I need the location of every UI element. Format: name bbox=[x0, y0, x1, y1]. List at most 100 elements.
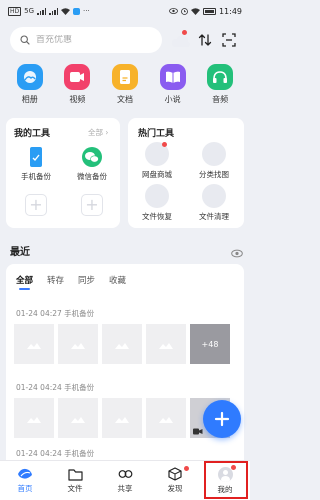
file-recovery-icon bbox=[145, 184, 169, 208]
eye-icon bbox=[231, 249, 243, 258]
cloud-store-icon bbox=[145, 142, 169, 166]
nav-label: 发现 bbox=[167, 484, 183, 493]
hot-tools-card: 热门工具 网盘商城 分类找图 文件恢复 文件清理 bbox=[128, 118, 244, 228]
battery-icon bbox=[202, 7, 216, 15]
mine-highlight-box bbox=[204, 461, 248, 499]
wechat-backup-icon bbox=[82, 147, 102, 167]
status-bar: HD 5G ··· 11:49 bbox=[0, 0, 250, 22]
toggle-visibility-button[interactable] bbox=[231, 243, 243, 258]
wifi-icon bbox=[61, 7, 71, 15]
image-placeholder-icon bbox=[159, 417, 173, 423]
image-placeholder-icon bbox=[71, 417, 85, 423]
document-icon bbox=[111, 64, 138, 90]
video-icon bbox=[64, 64, 91, 90]
nav-share[interactable]: 共享 bbox=[100, 461, 150, 500]
status-time: 11:49 bbox=[218, 6, 242, 16]
photo-thumbnail[interactable] bbox=[58, 398, 98, 438]
photo-thumbnail[interactable] bbox=[102, 324, 142, 364]
photo-thumbnail[interactable] bbox=[146, 324, 186, 364]
tool-file-cleanup[interactable]: 文件清理 bbox=[186, 184, 242, 222]
quick-action-novel[interactable]: 小说 bbox=[151, 64, 195, 105]
scan-button[interactable] bbox=[220, 31, 238, 49]
video-badge-icon bbox=[193, 428, 203, 435]
photo-thumbnail[interactable] bbox=[14, 398, 54, 438]
phone-backup-icon bbox=[30, 147, 42, 167]
all-tools-link[interactable]: 全部 › bbox=[88, 127, 108, 138]
tool-label: 文件恢复 bbox=[142, 212, 172, 221]
image-placeholder-icon bbox=[71, 343, 85, 349]
search-input[interactable] bbox=[36, 35, 146, 45]
cloud-badge-dot bbox=[182, 30, 187, 35]
group-meta: 01-24 04:24 手机备份 bbox=[16, 383, 95, 392]
add-icon: + bbox=[25, 194, 47, 216]
quick-action-label: 音频 bbox=[212, 95, 229, 104]
tab-sync[interactable]: 同步 bbox=[78, 274, 95, 290]
photo-thumbnail[interactable] bbox=[14, 324, 54, 364]
search-icon bbox=[20, 35, 30, 45]
upload-fab[interactable] bbox=[203, 400, 241, 438]
image-placeholder-icon bbox=[159, 343, 173, 349]
plus-icon bbox=[214, 411, 230, 427]
quick-actions: 相册 视频 文档 小说 音频 bbox=[0, 64, 250, 105]
tool-file-recovery[interactable]: 文件恢复 bbox=[129, 184, 185, 222]
group-meta: 01-24 04:27 手机备份 bbox=[16, 309, 95, 318]
signal-icon bbox=[37, 7, 47, 15]
nav-label: 文件 bbox=[67, 483, 83, 493]
my-tools-card: 我的工具 全部 › 手机备份 微信备份 + + bbox=[6, 118, 120, 228]
eye-status-icon bbox=[169, 8, 178, 14]
quick-action-audio[interactable]: 音频 bbox=[198, 64, 242, 105]
image-placeholder-icon bbox=[115, 417, 129, 423]
network-label: 5G bbox=[24, 7, 35, 15]
recent-title: 最近 bbox=[10, 247, 30, 258]
status-right: 11:49 bbox=[169, 7, 242, 16]
tool-phone-backup[interactable]: 手机备份 bbox=[8, 146, 64, 182]
image-placeholder-icon bbox=[115, 343, 129, 349]
folder-icon bbox=[67, 468, 83, 481]
tab-all[interactable]: 全部 bbox=[16, 274, 33, 290]
wifi-status-icon bbox=[190, 7, 200, 15]
nav-home[interactable]: 首页 bbox=[0, 461, 50, 500]
thumb-row: +48 bbox=[14, 324, 230, 364]
photo-thumbnail[interactable] bbox=[102, 398, 142, 438]
find-images-icon bbox=[202, 142, 226, 166]
quick-action-album[interactable]: 相册 bbox=[8, 64, 52, 105]
quick-action-label: 相册 bbox=[21, 95, 38, 104]
transfer-icon bbox=[198, 34, 212, 46]
add-tool-slot[interactable]: + bbox=[81, 194, 103, 216]
nav-discover[interactable]: 发现 bbox=[150, 461, 200, 500]
quick-action-label: 视频 bbox=[69, 95, 86, 104]
signal-2-icon bbox=[49, 7, 59, 15]
add-tool-slot[interactable]: + bbox=[25, 194, 47, 216]
tool-cloud-store[interactable]: 网盘商城 bbox=[129, 142, 185, 180]
discover-icon bbox=[168, 467, 182, 481]
photo-thumbnail[interactable] bbox=[58, 324, 98, 364]
group-meta: 01-24 04:24 手机备份 bbox=[16, 449, 95, 458]
cloud-store-badge-dot bbox=[162, 142, 167, 147]
tool-label: 分类找图 bbox=[199, 170, 229, 179]
more-status-icon: ··· bbox=[83, 7, 90, 15]
add-icon: + bbox=[81, 194, 103, 216]
video-thumbnail[interactable] bbox=[146, 398, 186, 438]
tool-label: 手机备份 bbox=[21, 172, 51, 181]
tab-saved[interactable]: 转存 bbox=[47, 274, 64, 290]
hot-tools-title: 热门工具 bbox=[138, 129, 175, 139]
scan-icon bbox=[222, 33, 236, 47]
cloud-activity-button[interactable] bbox=[170, 30, 192, 52]
nav-label: 共享 bbox=[117, 484, 133, 493]
quick-action-video[interactable]: 视频 bbox=[55, 64, 99, 105]
search-bar[interactable] bbox=[10, 27, 162, 53]
more-photos-count: +48 bbox=[201, 339, 219, 349]
tool-find-images[interactable]: 分类找图 bbox=[186, 142, 242, 180]
quick-action-label: 文档 bbox=[116, 95, 133, 104]
transfer-button[interactable] bbox=[196, 31, 214, 49]
tool-wechat-backup[interactable]: 微信备份 bbox=[64, 146, 120, 182]
alarm-icon bbox=[181, 7, 188, 15]
nav-files[interactable]: 文件 bbox=[50, 461, 100, 500]
all-tools-label: 全部 bbox=[88, 128, 103, 137]
tab-favorites[interactable]: 收藏 bbox=[109, 274, 126, 290]
tool-label: 微信备份 bbox=[77, 172, 107, 181]
audio-icon bbox=[207, 64, 234, 90]
quick-action-document[interactable]: 文档 bbox=[103, 64, 147, 105]
status-left: HD 5G ··· bbox=[8, 6, 90, 16]
more-photos-button[interactable]: +48 bbox=[190, 324, 230, 364]
